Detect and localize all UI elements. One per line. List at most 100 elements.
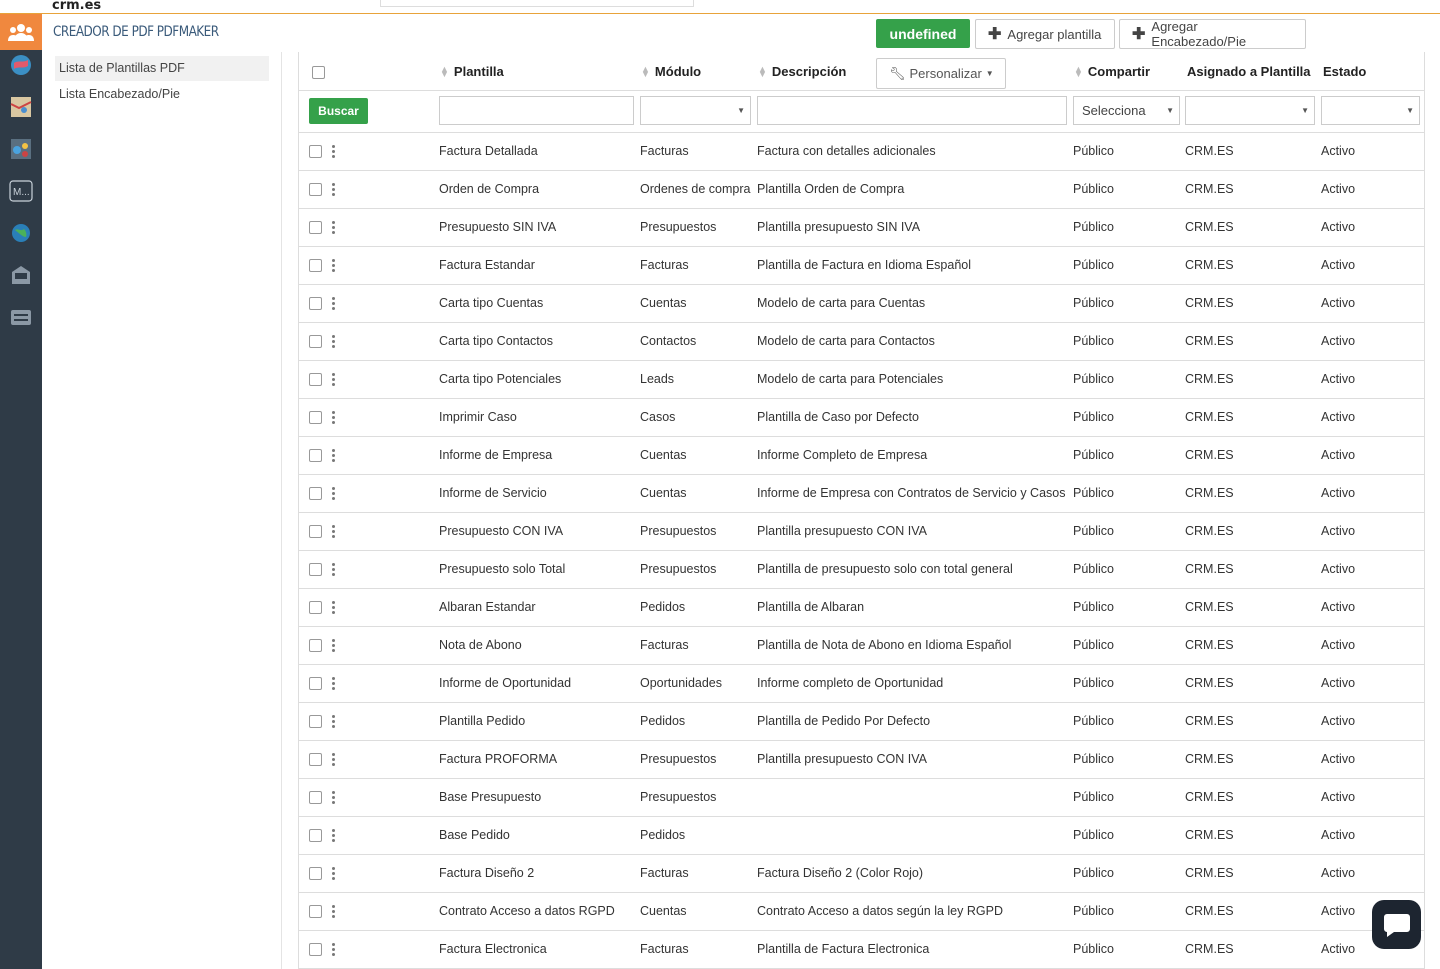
table-row[interactable]: Nota de Abono Facturas Plantilla de Nota d… (298, 627, 1425, 665)
global-search-input[interactable] (380, 0, 694, 7)
table-row[interactable]: Informe de Servicio Cuentas Informe de Emp… (298, 475, 1425, 513)
row-checkbox[interactable] (309, 297, 322, 310)
earth-icon[interactable] (8, 220, 34, 246)
table-row[interactable]: Carta tipo Cuentas Cuentas Modelo de carta… (298, 285, 1425, 323)
row-checkbox[interactable] (309, 905, 322, 918)
row-checkbox[interactable] (309, 411, 322, 424)
row-checkbox[interactable] (309, 791, 322, 804)
cell-plantilla[interactable]: Presupuesto SIN IVA (439, 220, 556, 234)
row-checkbox[interactable] (309, 639, 322, 652)
row-checkbox[interactable] (309, 525, 322, 538)
row-actions-icon[interactable] (332, 335, 335, 348)
row-actions-icon[interactable] (332, 411, 335, 424)
cell-plantilla[interactable]: Factura PROFORMA (439, 752, 557, 766)
row-actions-icon[interactable] (332, 297, 335, 310)
mail-icon[interactable]: M... (8, 178, 34, 204)
compartir-filter-select[interactable]: Selecciona ▼ (1073, 96, 1180, 125)
table-row[interactable]: Presupuesto CON IVA Presupuestos Plantilla… (298, 513, 1425, 551)
cell-plantilla[interactable]: Factura Estandar (439, 258, 535, 272)
row-checkbox[interactable] (309, 183, 322, 196)
table-row[interactable]: Factura PROFORMA Presupuestos Plantilla pr… (298, 741, 1425, 779)
modules-icon[interactable] (8, 136, 34, 162)
column-descripcion[interactable]: ▲ ▼ Descripción (758, 64, 846, 79)
status-button[interactable]: undefined (876, 19, 970, 48)
row-checkbox[interactable] (309, 563, 322, 576)
cell-plantilla[interactable]: Contrato Acceso a datos RGPD (439, 904, 615, 918)
column-modulo[interactable]: ▲ ▼ Módulo (641, 64, 701, 79)
row-actions-icon[interactable] (332, 221, 335, 234)
column-asignado[interactable]: Asignado a Plantilla (1187, 64, 1311, 79)
table-row[interactable]: Factura Electronica Facturas Plantilla de … (298, 931, 1425, 969)
row-actions-icon[interactable] (332, 829, 335, 842)
table-row[interactable]: Informe de Empresa Cuentas Informe Complet… (298, 437, 1425, 475)
table-row[interactable]: Presupuesto SIN IVA Presupuestos Plantilla… (298, 209, 1425, 247)
row-actions-icon[interactable] (332, 753, 335, 766)
cell-plantilla[interactable]: Orden de Compra (439, 182, 539, 196)
table-row[interactable]: Contrato Acceso a datos RGPD Cuentas Contr… (298, 893, 1425, 931)
row-actions-icon[interactable] (332, 867, 335, 880)
select-all-checkbox[interactable] (312, 66, 325, 79)
row-checkbox[interactable] (309, 943, 322, 956)
sidebar-item-header-footer[interactable]: Lista Encabezado/Pie (55, 82, 269, 107)
column-plantilla[interactable]: ▲ ▼ Plantilla (440, 64, 504, 79)
modulo-filter-select[interactable]: ▼ (640, 96, 751, 125)
row-actions-icon[interactable] (332, 373, 335, 386)
row-checkbox[interactable] (309, 335, 322, 348)
cell-plantilla[interactable]: Base Pedido (439, 828, 510, 842)
globe-icon[interactable] (8, 52, 34, 78)
table-row[interactable]: Imprimir Caso Casos Plantilla de Caso por … (298, 399, 1425, 437)
row-actions-icon[interactable] (332, 791, 335, 804)
row-checkbox[interactable] (309, 259, 322, 272)
row-actions-icon[interactable] (332, 449, 335, 462)
row-actions-icon[interactable] (332, 145, 335, 158)
row-checkbox[interactable] (309, 145, 322, 158)
table-row[interactable]: Factura Estandar Facturas Plantilla de Fac… (298, 247, 1425, 285)
asignado-filter-select[interactable]: ▼ (1185, 96, 1315, 125)
row-actions-icon[interactable] (332, 525, 335, 538)
customize-button[interactable]: 🔧︎ Personalizar ▼ (876, 58, 1006, 89)
row-checkbox[interactable] (309, 221, 322, 234)
row-checkbox[interactable] (309, 373, 322, 386)
row-actions-icon[interactable] (332, 259, 335, 272)
row-checkbox[interactable] (309, 867, 322, 880)
descripcion-filter-input[interactable] (757, 96, 1067, 125)
cell-plantilla[interactable]: Carta tipo Potenciales (439, 372, 561, 386)
row-actions-icon[interactable] (332, 183, 335, 196)
cell-plantilla[interactable]: Presupuesto CON IVA (439, 524, 563, 538)
cell-plantilla[interactable]: Factura Electronica (439, 942, 547, 956)
row-actions-icon[interactable] (332, 943, 335, 956)
inbox-icon[interactable] (8, 262, 34, 288)
cell-plantilla[interactable]: Base Presupuesto (439, 790, 541, 804)
row-checkbox[interactable] (309, 677, 322, 690)
cell-plantilla[interactable]: Factura Diseño 2 (439, 866, 534, 880)
cell-plantilla[interactable]: Carta tipo Cuentas (439, 296, 543, 310)
chat-button[interactable] (1372, 900, 1421, 949)
row-actions-icon[interactable] (332, 563, 335, 576)
search-button[interactable]: Buscar (309, 98, 368, 124)
map-icon[interactable] (8, 94, 34, 120)
table-row[interactable]: Carta tipo Contactos Contactos Modelo de c… (298, 323, 1425, 361)
column-compartir[interactable]: ▲ ▼ Compartir (1074, 64, 1150, 79)
brand-logo[interactable]: crm.es (52, 0, 101, 13)
table-row[interactable]: Informe de Oportunidad Oportunidades Infor… (298, 665, 1425, 703)
row-checkbox[interactable] (309, 449, 322, 462)
row-actions-icon[interactable] (332, 487, 335, 500)
table-row[interactable]: Presupuesto solo Total Presupuestos Planti… (298, 551, 1425, 589)
row-checkbox[interactable] (309, 487, 322, 500)
row-checkbox[interactable] (309, 829, 322, 842)
table-row[interactable]: Orden de Compra Ordenes de compra Plantill… (298, 171, 1425, 209)
cell-plantilla[interactable]: Imprimir Caso (439, 410, 517, 424)
table-row[interactable]: Plantilla Pedido Pedidos Plantilla de Pedi… (298, 703, 1425, 741)
row-actions-icon[interactable] (332, 639, 335, 652)
table-row[interactable]: Carta tipo Potenciales Leads Modelo de car… (298, 361, 1425, 399)
cell-plantilla[interactable]: Informe de Servicio (439, 486, 547, 500)
table-row[interactable]: Factura Detallada Facturas Factura con det… (298, 133, 1425, 171)
cell-plantilla[interactable]: Carta tipo Contactos (439, 334, 553, 348)
users-icon[interactable] (0, 14, 42, 50)
cell-plantilla[interactable]: Informe de Empresa (439, 448, 552, 462)
add-header-footer-button[interactable]: ✚ Agregar Encabezado/Pie (1119, 19, 1306, 49)
column-estado[interactable]: Estado (1323, 64, 1366, 79)
sidebar-item-pdf-templates[interactable]: Lista de Plantillas PDF (55, 56, 269, 81)
table-row[interactable]: Base Pedido Pedidos Público CRM.ES Activo (298, 817, 1425, 855)
estado-filter-select[interactable]: ▼ (1321, 96, 1420, 125)
